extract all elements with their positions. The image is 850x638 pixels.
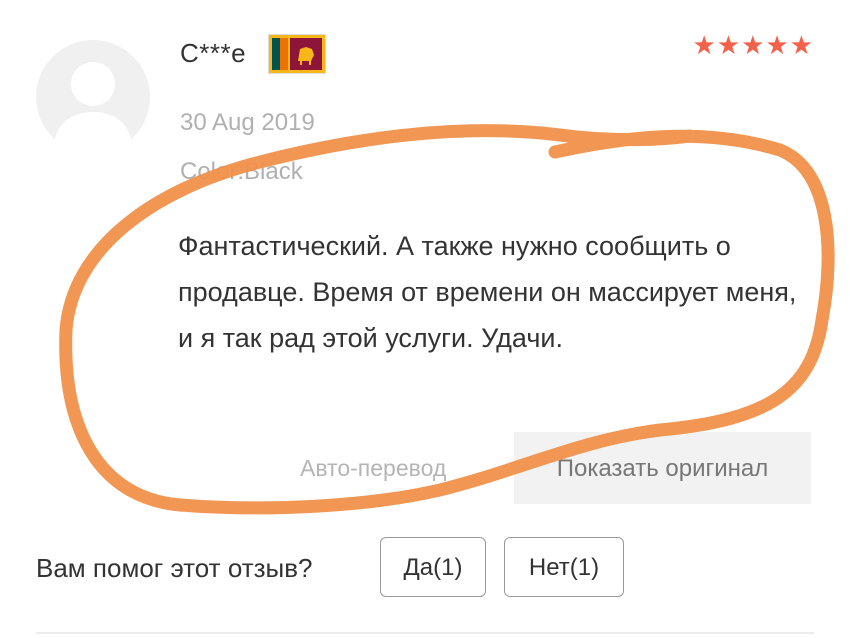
review-body: Фантастический. А также нужно сообщить о… [178,231,797,353]
helpful-no-button[interactable]: Нет(1) [504,537,624,597]
sri-lanka-flag-icon [268,34,326,74]
show-original-button[interactable]: Показать оригинал [514,432,811,504]
rating-stars: ★★★★★ [692,30,814,60]
review-date: 30 Aug 2019 [180,109,315,136]
user-avatar [36,40,150,154]
auto-translate-label: Авто-перевод [300,455,447,481]
helpful-yes-button[interactable]: Да(1) [380,537,486,597]
divider [36,632,814,634]
reviewer-name: C***e [180,38,247,68]
product-color: Color:Black [180,158,303,185]
user-silhouette-icon [53,62,133,154]
helpful-question: Вам помог этот отзыв? [36,553,313,583]
